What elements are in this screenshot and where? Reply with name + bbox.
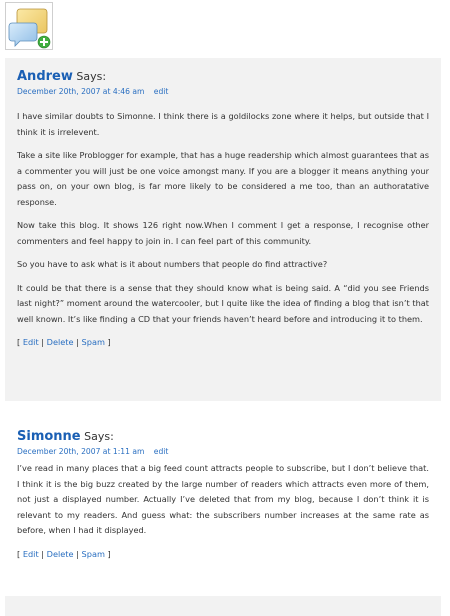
comment-date[interactable]: December 20th, 2007 at 1:11 am bbox=[17, 447, 144, 456]
comment-author[interactable]: Simonne bbox=[17, 429, 81, 444]
comment-paragraph: I have similar doubts to Simonne. I thin… bbox=[17, 111, 429, 137]
comment-author[interactable]: Andrew bbox=[17, 69, 73, 84]
comment-body: I’ve read in many places that a big feed… bbox=[17, 461, 429, 562]
comment-paragraph: It could be that there is a sense that t… bbox=[17, 282, 429, 324]
comment-edit-link[interactable]: edit bbox=[154, 447, 169, 456]
delete-link[interactable]: Delete bbox=[47, 337, 74, 347]
comment-paragraph: Take a site like Problogger for example,… bbox=[17, 149, 429, 207]
edit-link[interactable]: Edit bbox=[23, 549, 39, 559]
bracket-close: ] bbox=[107, 337, 111, 348]
bracket-close: ] bbox=[107, 548, 111, 559]
comment-andrew: Andrew Says: December 20th, 2007 at 4:46… bbox=[5, 58, 441, 401]
comment-simonne: Simonne Says: December 20th, 2007 at 1:1… bbox=[5, 420, 441, 584]
comment-date[interactable]: December 20th, 2007 at 4:46 am bbox=[17, 87, 144, 96]
separator: | bbox=[41, 548, 45, 559]
separator: | bbox=[41, 337, 45, 348]
comment-actions: [ Edit | Delete | Spam ] bbox=[17, 335, 429, 351]
comment-edit-link[interactable]: edit bbox=[154, 87, 169, 96]
comment-meta: December 20th, 2007 at 1:11 am edit bbox=[17, 447, 168, 456]
spam-link[interactable]: Spam bbox=[82, 337, 105, 347]
bracket-open: [ bbox=[17, 548, 21, 559]
edit-link[interactable]: Edit bbox=[23, 337, 39, 347]
bracket-open: [ bbox=[17, 337, 21, 348]
comment-next-partial bbox=[5, 596, 441, 616]
comment-bubbles-add-icon bbox=[8, 8, 51, 49]
comment-meta: December 20th, 2007 at 4:46 am edit bbox=[17, 87, 168, 96]
comment-paragraph: I’ve read in many places that a big feed… bbox=[17, 463, 429, 536]
comment-paragraph: Now take this blog. It shows 126 right n… bbox=[17, 220, 429, 246]
says-label: Says: bbox=[76, 70, 107, 83]
says-label: Says: bbox=[84, 430, 114, 443]
avatar bbox=[5, 2, 53, 50]
comment-author-line: Simonne Says: bbox=[17, 429, 114, 444]
comment-actions: [ Edit | Delete | Spam ] bbox=[17, 547, 429, 563]
comment-author-line: Andrew Says: bbox=[17, 69, 106, 84]
separator: | bbox=[76, 337, 79, 348]
delete-link[interactable]: Delete bbox=[47, 549, 74, 559]
separator: | bbox=[76, 548, 79, 559]
spam-link[interactable]: Spam bbox=[82, 549, 105, 559]
comment-body: I have similar doubts to Simonne. I thin… bbox=[17, 109, 429, 351]
comment-paragraph: So you have to ask what is it about numb… bbox=[17, 259, 328, 270]
